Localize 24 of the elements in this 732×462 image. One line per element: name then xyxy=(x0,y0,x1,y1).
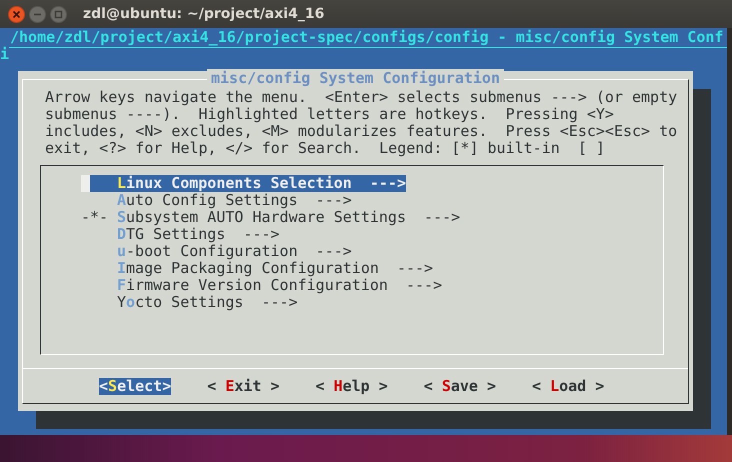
menu-item[interactable]: Yocto Settings ---> xyxy=(81,294,298,311)
select-button[interactable]: <Select> xyxy=(99,378,172,395)
menu-item[interactable]: DTG Settings ---> xyxy=(81,226,280,243)
window-title: zdl@ubuntu: ~/project/axi4_16 xyxy=(83,4,324,24)
maximize-icon[interactable] xyxy=(50,6,67,22)
close-icon[interactable] xyxy=(8,6,25,22)
path-line: /home/zdl/project/axi4_16/project-spec/configs/config - misc/config System Conf xyxy=(10,28,724,46)
menu-item[interactable]: Image Packaging Configuration ---> xyxy=(81,260,434,277)
wrapped-text: i xyxy=(0,46,10,63)
menu-item[interactable]: u-boot Configuration ---> xyxy=(81,243,352,260)
dialog-button[interactable]: < Load > xyxy=(532,378,604,395)
help-text: includes, <N> excludes, <M> modularizes features. Press <Esc><Esc> to xyxy=(45,122,678,140)
menu-item[interactable]: Linux Components Selection ---> xyxy=(81,175,406,192)
dialog-title: misc/config System Configuration xyxy=(207,69,504,87)
dialog-button[interactable]: < Save > xyxy=(424,378,496,395)
menu-item[interactable]: Firmware Version Configuration ---> xyxy=(81,277,442,294)
dialog-button[interactable]: < Help > xyxy=(316,378,388,395)
menu-item[interactable]: Auto Config Settings ---> xyxy=(81,192,352,209)
minimize-icon[interactable] xyxy=(29,6,46,22)
help-text: Arrow keys navigate the menu. <Enter> selects submenus ---> (or empty xyxy=(45,88,678,106)
dialog-button[interactable]: < Exit > xyxy=(207,378,280,395)
help-text: exit, <?> for Help, </> for Search. Legend: [*] built-in [ ] xyxy=(45,139,605,157)
menu-item[interactable]: -*- Subsystem AUTO Hardware Settings ---> xyxy=(81,209,460,226)
help-text: submenus ----). Highlighted letters are hotkeys. Pressing <Y> xyxy=(45,105,614,123)
